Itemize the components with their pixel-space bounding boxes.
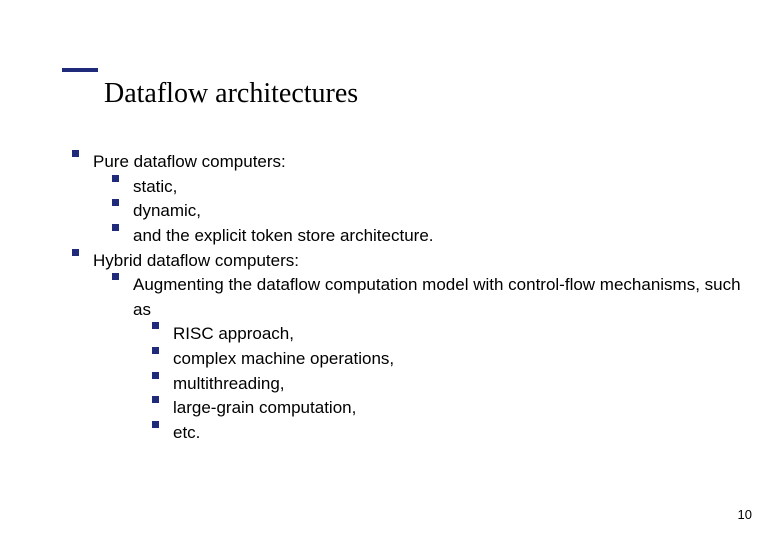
title-accent-bar: [62, 68, 98, 72]
list-item: complex machine operations,: [152, 347, 750, 372]
square-bullet-icon: [152, 347, 159, 354]
list-item: large-grain computation,: [152, 396, 750, 421]
list-item: Augmenting the dataflow computation mode…: [112, 273, 750, 322]
outline-list: Pure dataflow computers: static, dynamic…: [72, 150, 750, 446]
slide-body: Pure dataflow computers: static, dynamic…: [72, 150, 750, 446]
list-item: multithreading,: [152, 372, 750, 397]
list-item: etc.: [152, 421, 750, 446]
list-item-label: Augmenting the dataflow computation mode…: [133, 273, 750, 322]
list-item-label: complex machine operations,: [173, 347, 750, 372]
list-item-label: dynamic,: [133, 199, 750, 224]
list-item-label: etc.: [173, 421, 750, 446]
list-item-label: Hybrid dataflow computers:: [93, 249, 750, 274]
square-bullet-icon: [112, 199, 119, 206]
list-item: Hybrid dataflow computers:: [72, 249, 750, 274]
square-bullet-icon: [112, 273, 119, 280]
list-item: and the explicit token store architectur…: [112, 224, 750, 249]
list-item: static,: [112, 175, 750, 200]
list-item: Pure dataflow computers:: [72, 150, 750, 175]
list-item-label: large-grain computation,: [173, 396, 750, 421]
square-bullet-icon: [152, 421, 159, 428]
list-item-label: static,: [133, 175, 750, 200]
list-item-label: RISC approach,: [173, 322, 750, 347]
square-bullet-icon: [112, 224, 119, 231]
square-bullet-icon: [152, 322, 159, 329]
list-item-label: multithreading,: [173, 372, 750, 397]
square-bullet-icon: [152, 372, 159, 379]
list-item: RISC approach,: [152, 322, 750, 347]
page-number: 10: [738, 507, 752, 522]
list-item-label: Pure dataflow computers:: [93, 150, 750, 175]
list-item: dynamic,: [112, 199, 750, 224]
list-item-label: and the explicit token store architectur…: [133, 224, 750, 249]
title-block: Dataflow architectures: [62, 68, 358, 110]
slide-title: Dataflow architectures: [104, 78, 358, 110]
square-bullet-icon: [112, 175, 119, 182]
square-bullet-icon: [72, 150, 79, 157]
square-bullet-icon: [72, 249, 79, 256]
square-bullet-icon: [152, 396, 159, 403]
